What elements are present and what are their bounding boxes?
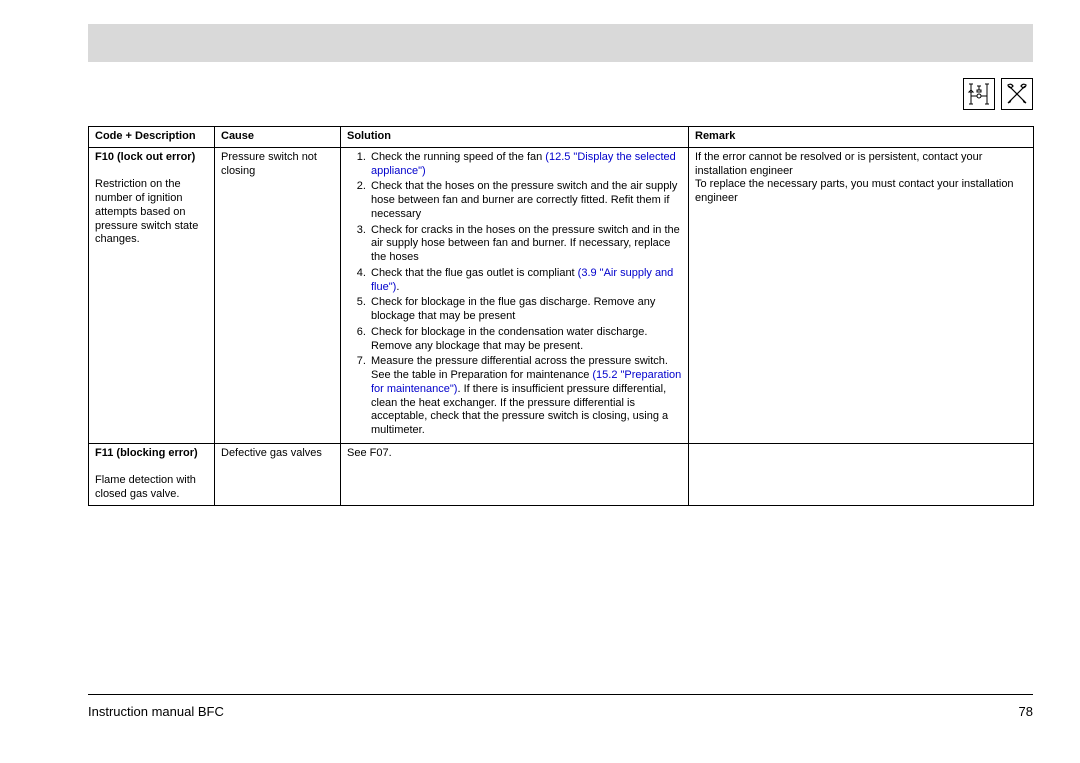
cell-solution-f11: See F07. (341, 443, 689, 505)
cell-cause-f10: Pressure switch not closing (215, 147, 341, 443)
troubleshooting-table: Code + Description Cause Solution Remark… (88, 126, 1034, 506)
solution-list: Check the running speed of the fan (12.5… (365, 151, 684, 438)
th-solution: Solution (341, 127, 689, 148)
solution-step: Check for blockage in the flue gas disch… (369, 296, 684, 324)
page-number: 78 (1019, 704, 1033, 719)
remark-text: To replace the necessary parts, you must… (695, 178, 1014, 204)
manual-page: Code + Description Cause Solution Remark… (0, 0, 1080, 763)
footer-title: Instruction manual BFC (88, 704, 224, 719)
solution-step: Check the running speed of the fan (12.5… (369, 151, 684, 179)
cell-solution-f10: Check the running speed of the fan (12.5… (341, 147, 689, 443)
page-header-bar (88, 24, 1033, 62)
code-title: F11 (blocking error) (95, 447, 198, 459)
footer-rule (88, 694, 1033, 695)
table-row: F10 (lock out error) Restriction on the … (89, 147, 1034, 443)
th-remark: Remark (689, 127, 1034, 148)
solution-step: Check that the hoses on the pressure swi… (369, 180, 684, 221)
cell-code-f10: F10 (lock out error) Restriction on the … (89, 147, 215, 443)
solution-step: Check that the flue gas outlet is compli… (369, 267, 684, 295)
crossed-tools-icon (1001, 78, 1033, 110)
cell-code-f11: F11 (blocking error) Flame detection wit… (89, 443, 215, 505)
category-icons (963, 78, 1033, 110)
code-desc: Flame detection with closed gas valve. (95, 474, 196, 500)
valve-diagram-icon (963, 78, 995, 110)
remark-text: If the error cannot be resolved or is pe… (695, 151, 982, 177)
code-title: F10 (lock out error) (95, 151, 195, 163)
table-row: F11 (blocking error) Flame detection wit… (89, 443, 1034, 505)
code-desc: Restriction on the number of ignition at… (95, 178, 198, 245)
cell-remark-f11 (689, 443, 1034, 505)
solution-step: Check for cracks in the hoses on the pre… (369, 224, 684, 265)
cell-cause-f11: Defective gas valves (215, 443, 341, 505)
solution-step: Check for blockage in the condensation w… (369, 326, 684, 354)
solution-step: Measure the pressure differential across… (369, 355, 684, 438)
th-cause: Cause (215, 127, 341, 148)
table-header-row: Code + Description Cause Solution Remark (89, 127, 1034, 148)
th-code: Code + Description (89, 127, 215, 148)
cell-remark-f10: If the error cannot be resolved or is pe… (689, 147, 1034, 443)
